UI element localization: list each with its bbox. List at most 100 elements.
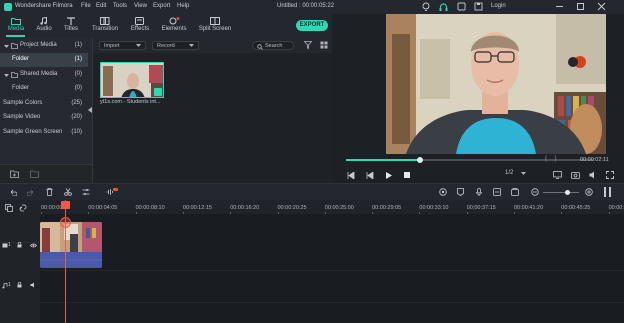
timeline-tracks[interactable] <box>40 214 624 323</box>
grid-view-icon[interactable] <box>320 41 328 49</box>
eye-icon[interactable] <box>30 243 37 248</box>
minimize-icon[interactable] <box>556 6 563 7</box>
sidebar-item-count: (1) <box>74 56 82 62</box>
delete-icon[interactable] <box>46 188 53 196</box>
link-icon[interactable] <box>19 204 27 212</box>
sidebar-item-sample-video[interactable]: Sample Video (20) <box>0 111 88 125</box>
search-placeholder: Search <box>265 43 283 49</box>
ruler-label: 00:00:33:10 <box>419 205 449 211</box>
preview-progress-track[interactable] <box>346 157 594 163</box>
previous-frame-icon[interactable] <box>347 172 355 179</box>
scissors-icon[interactable] <box>64 188 72 196</box>
add-track-icon[interactable] <box>5 204 13 212</box>
save-icon[interactable] <box>474 2 483 12</box>
sidebar-item-project-media[interactable]: Project Media (1) <box>0 39 88 53</box>
import-label: Import <box>104 43 120 49</box>
quality-value: 1/2 <box>505 170 514 176</box>
zoom-slider-handle[interactable] <box>565 190 570 195</box>
export-button[interactable]: EXPORT <box>296 20 328 31</box>
fullscreen-icon[interactable] <box>606 171 614 179</box>
main-toolbar: Media Audio Titles Transition Effects El… <box>0 14 332 38</box>
sidebar-item-shared-folder[interactable]: Folder (0) <box>0 82 88 96</box>
zoom-out-icon[interactable] <box>531 188 539 196</box>
record-dropdown[interactable]: Record <box>152 41 199 50</box>
sidebar-item-folder[interactable]: Folder (1) <box>0 53 88 67</box>
voiceover-icon[interactable] <box>493 188 501 196</box>
new-folder-icon[interactable] <box>10 170 19 178</box>
playhead-handle[interactable] <box>61 201 70 209</box>
tab-effects-label: Effects <box>130 26 150 32</box>
sidebar-item-label: Project Media <box>20 42 57 48</box>
caret-down-icon <box>4 45 9 48</box>
close-icon[interactable] <box>597 2 606 11</box>
ruler-label: 00:00:37:15 <box>466 205 496 211</box>
effects-icon <box>135 17 144 25</box>
zoom-in-icon[interactable] <box>585 188 593 196</box>
filter-icon[interactable] <box>304 41 312 49</box>
media-thumbnail[interactable] <box>100 62 164 98</box>
notification-icon[interactable] <box>457 2 466 12</box>
search-input[interactable]: Search <box>252 41 294 50</box>
volume-icon[interactable] <box>589 171 597 179</box>
tab-split-screen[interactable]: Split Screen <box>197 14 233 38</box>
render-icon[interactable] <box>439 188 447 196</box>
marker-icon[interactable] <box>457 188 464 196</box>
sidebar-item-sample-colors[interactable]: Sample Colors (25) <box>0 97 88 111</box>
lock-icon[interactable] <box>17 282 22 288</box>
tab-titles[interactable]: Titles <box>58 14 84 38</box>
headset-icon[interactable] <box>439 2 448 12</box>
sidebar-item-label: Sample Colors <box>3 100 43 106</box>
sidebar-item-sample-green-screen[interactable]: Sample Green Screen (10) <box>0 126 88 140</box>
snapshot-icon[interactable] <box>511 188 519 196</box>
preview-video <box>386 14 606 154</box>
ruler-label: 00:00:41:20 <box>514 205 544 211</box>
play-icon[interactable] <box>385 172 392 179</box>
microphone-icon[interactable] <box>476 188 482 196</box>
timeline-toolbar <box>0 183 624 200</box>
lock-icon[interactable] <box>17 242 22 248</box>
sidebar-item-label: Folder <box>12 56 30 62</box>
menu-tools[interactable]: Tools <box>113 3 127 9</box>
sidebar-item-shared-media[interactable]: Shared Media (0) <box>0 68 88 82</box>
undo-icon[interactable] <box>9 189 17 196</box>
monitor-icon[interactable] <box>553 171 562 179</box>
sidebar-footer <box>0 164 92 183</box>
lightbulb-icon[interactable] <box>422 2 430 12</box>
ruler-label: 00:00:29:05 <box>372 205 402 211</box>
title-bar: Wondershare Filmora File Edit Tools View… <box>0 0 624 14</box>
menu-edit[interactable]: Edit <box>96 3 106 9</box>
timeline-video-clip[interactable] <box>40 222 102 268</box>
quality-select[interactable]: 1/2 <box>505 170 529 179</box>
speaker-icon[interactable] <box>30 282 36 288</box>
menu-view[interactable]: View <box>134 3 147 9</box>
sidebar-item-label: Sample Video <box>3 114 41 120</box>
menu-export[interactable]: Export <box>153 3 170 9</box>
folder-outline-icon[interactable] <box>30 170 39 178</box>
menu-file[interactable]: File <box>81 3 91 9</box>
ruler-label: 00:00:20:25 <box>277 205 307 211</box>
split-screen-icon <box>210 17 220 25</box>
import-dropdown[interactable]: Import <box>99 41 146 50</box>
split-marker-icon[interactable] <box>60 217 71 228</box>
maximize-icon[interactable] <box>577 3 584 10</box>
adjust-icon[interactable] <box>82 188 90 196</box>
tab-transition[interactable]: Transition <box>91 14 119 38</box>
camera-snapshot-icon[interactable] <box>571 171 580 179</box>
step-back-icon[interactable] <box>366 172 374 179</box>
sidebar-item-count: (10) <box>71 129 82 135</box>
tab-effects[interactable]: Effects <box>127 14 153 38</box>
panel-toggle-icon-2[interactable] <box>609 187 611 197</box>
stop-icon[interactable] <box>404 172 410 178</box>
zoom-slider[interactable] <box>543 192 579 193</box>
redo-icon[interactable] <box>27 189 35 196</box>
tab-titles-label: Titles <box>63 26 79 32</box>
login-link[interactable]: Login <box>491 3 506 9</box>
tab-audio[interactable]: Audio <box>31 14 57 38</box>
tab-elements[interactable]: Elements <box>160 14 188 38</box>
ruler-label: 00:00:50:00 <box>608 205 624 211</box>
menu-help[interactable]: Help <box>177 3 189 9</box>
mark-brackets[interactable]: { } <box>545 156 557 162</box>
preview-progress-fill <box>346 159 421 161</box>
panel-toggle-icon[interactable] <box>604 187 606 197</box>
audio-wave-icon[interactable] <box>106 188 118 196</box>
